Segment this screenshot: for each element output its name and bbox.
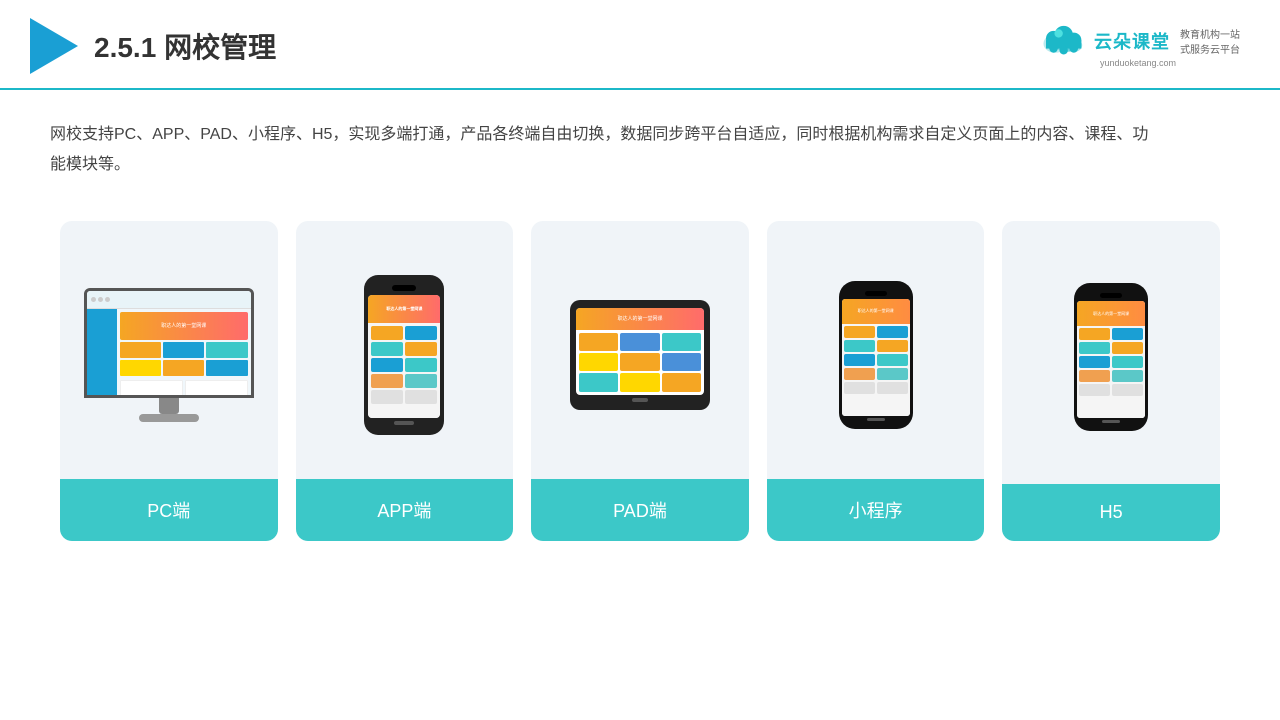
card-pc-image: 职达人的第一堂网课	[60, 221, 278, 479]
brand-tagline: 教育机构一站 式服务云平台	[1180, 26, 1240, 56]
header-left: 2.5.1 网校管理	[30, 18, 276, 74]
brand-logo: 云朵课堂 教育机构一站 式服务云平台 yunduoketang.com	[1036, 25, 1240, 68]
content-area: 网校支持PC、APP、PAD、小程序、H5，实现多端打通，产品各终端自由切换，数…	[0, 90, 1280, 561]
card-pc-label: PC端	[60, 479, 278, 541]
card-h5: 职达人的第一堂网课	[1002, 221, 1220, 541]
cards-row: 职达人的第一堂网课	[50, 221, 1230, 541]
card-miniprogram-label: 小程序	[767, 479, 985, 541]
card-h5-label: H5	[1002, 484, 1220, 541]
brand-url: yunduoketang.com	[1100, 58, 1176, 68]
miniphone-mockup-2: 职达人的第一堂网课	[1074, 283, 1148, 431]
miniphone-indicator-2	[1102, 420, 1120, 423]
cloud-icon	[1036, 25, 1088, 57]
card-pad-image: 职达人的第一堂网课	[531, 221, 749, 479]
description-text: 网校支持PC、APP、PAD、小程序、H5，实现多端打通，产品各终端自由切换，数…	[50, 120, 1150, 181]
page-title: 2.5.1 网校管理	[94, 26, 276, 66]
phone-notch	[392, 285, 416, 291]
phone-body: 职达人的第一堂网课	[364, 275, 444, 435]
brand-tagline-line2: 式服务云平台	[1180, 41, 1240, 56]
tablet-body: 职达人的第一堂网课	[570, 300, 710, 410]
card-pad: 职达人的第一堂网课	[531, 221, 749, 541]
monitor-screen: 职达人的第一堂网课	[84, 288, 254, 398]
monitor-mockup: 职达人的第一堂网课	[84, 288, 254, 422]
tablet-screen: 职达人的第一堂网课	[576, 308, 704, 395]
miniphone-indicator-1	[867, 418, 885, 421]
phone-mockup: 职达人的第一堂网课	[364, 275, 444, 435]
card-miniprogram: 职达人的第一堂网课	[767, 221, 985, 541]
card-app-label: APP端	[296, 479, 514, 541]
header: 2.5.1 网校管理 云朵课堂 教育机构一站	[0, 0, 1280, 90]
miniphone-screen-1: 职达人的第一堂网课	[842, 299, 910, 416]
brand-name: 云朵课堂	[1094, 28, 1170, 54]
page-title-cn: 网校管理	[164, 32, 276, 63]
miniphone-notch-1	[865, 291, 887, 296]
card-app: 职达人的第一堂网课	[296, 221, 514, 541]
tablet-mockup: 职达人的第一堂网课	[570, 300, 710, 410]
tablet-home-button	[632, 398, 648, 402]
brand-cloud: 云朵课堂 教育机构一站 式服务云平台	[1036, 25, 1240, 57]
card-pad-label: PAD端	[531, 479, 749, 541]
logo-triangle-icon	[30, 18, 78, 74]
page-title-num: 2.5.1	[94, 32, 156, 63]
miniphone-screen-2: 职达人的第一堂网课	[1077, 301, 1145, 418]
miniphone-notch-2	[1100, 293, 1122, 298]
card-app-image: 职达人的第一堂网课	[296, 221, 514, 479]
phone-home-button	[394, 421, 414, 425]
card-h5-image: 职达人的第一堂网课	[1002, 221, 1220, 484]
miniphone-mockup-1: 职达人的第一堂网课	[839, 281, 913, 429]
card-pc: 职达人的第一堂网课	[60, 221, 278, 541]
phone-screen: 职达人的第一堂网课	[368, 295, 440, 418]
card-miniprogram-image: 职达人的第一堂网课	[767, 221, 985, 479]
brand-tagline-line1: 教育机构一站	[1180, 26, 1240, 41]
